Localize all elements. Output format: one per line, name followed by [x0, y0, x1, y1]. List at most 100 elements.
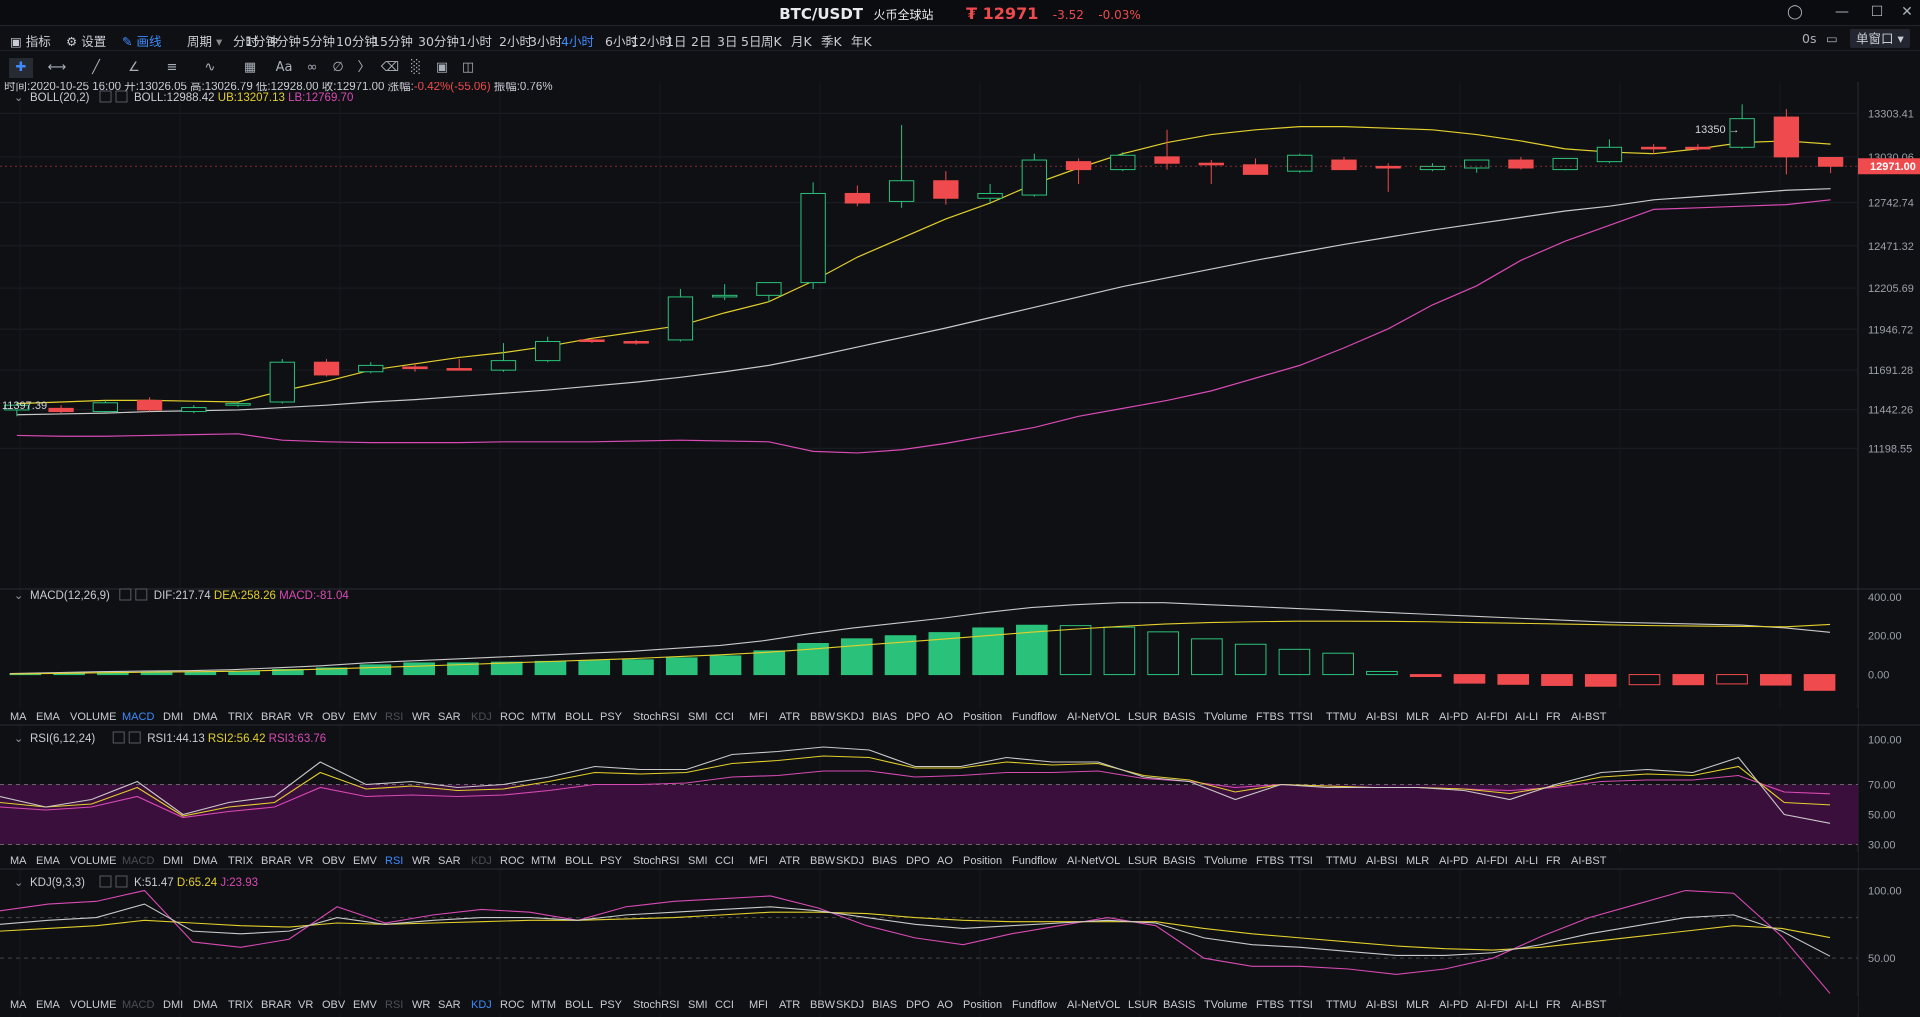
kdj-tab-brar[interactable]: BRAR	[261, 999, 292, 1011]
kdj-tab-ao[interactable]: AO	[937, 999, 953, 1011]
candle[interactable]	[358, 364, 384, 373]
kdj-tab-bias[interactable]: BIAS	[872, 999, 897, 1011]
kdj-tab-ttsi[interactable]: TTSI	[1289, 999, 1313, 1011]
rsi-tab-atr[interactable]: ATR	[779, 855, 800, 867]
rsi-tab-ftbs[interactable]: FTBS	[1256, 855, 1284, 867]
candle[interactable]	[667, 296, 694, 341]
kdj-tab-ma[interactable]: MA	[10, 999, 27, 1011]
rsi-tab-mfi[interactable]: MFI	[749, 855, 768, 867]
candle[interactable]	[1021, 159, 1047, 196]
macd-tab-cci[interactable]: CCI	[715, 711, 734, 723]
candle[interactable]	[1419, 165, 1446, 171]
rsi-tab-sar[interactable]: SAR	[438, 855, 461, 867]
measure-icon[interactable]: ∅	[326, 58, 350, 78]
timeframe-9[interactable]: 3小时	[529, 31, 562, 50]
eye-icon[interactable]	[99, 875, 112, 888]
kdj-tab-ai-fdi[interactable]: AI-FDI	[1476, 999, 1508, 1011]
candle[interactable]	[1154, 156, 1180, 164]
shape-tool-icon[interactable]: ▦	[238, 58, 262, 78]
timeframe-4[interactable]: 10分钟	[336, 31, 377, 50]
candle[interactable]	[269, 361, 295, 403]
macd-tab-boll[interactable]: BOLL	[565, 711, 593, 723]
window-mode-dropdown[interactable]: 单窗口 ▾	[1850, 29, 1910, 48]
candle[interactable]	[313, 361, 340, 376]
candle[interactable]	[1464, 159, 1490, 169]
minimize-icon[interactable]: —	[1831, 0, 1853, 26]
macd-tab-rsi[interactable]: RSI	[385, 711, 403, 723]
candle[interactable]	[1508, 159, 1534, 169]
kdj-tab-ai-bst[interactable]: AI-BST	[1571, 999, 1607, 1011]
rsi-tab-boll[interactable]: BOLL	[565, 855, 593, 867]
timeframe-6[interactable]: 30分钟	[418, 31, 459, 50]
rsi-tab-dma[interactable]: DMA	[193, 855, 218, 867]
timeframe-7[interactable]: 1小时	[459, 31, 492, 50]
close-icon[interactable]	[128, 731, 141, 744]
candle[interactable]	[1596, 146, 1623, 163]
macd-tab-ttsi[interactable]: TTSI	[1289, 711, 1313, 723]
kdj-tab-ai-bsi[interactable]: AI-BSI	[1366, 999, 1398, 1011]
candle[interactable]	[977, 192, 1003, 199]
macd-tab-volume[interactable]: VOLUME	[70, 711, 116, 723]
candle[interactable]	[1110, 154, 1136, 171]
kdj-tab-basis[interactable]: BASIS	[1163, 999, 1195, 1011]
rsi-tab-vr[interactable]: VR	[298, 855, 313, 867]
macd-tab-mfi[interactable]: MFI	[749, 711, 768, 723]
ruler-icon[interactable]: 〉	[352, 58, 376, 78]
eye-icon[interactable]	[119, 588, 132, 601]
layout-icon[interactable]: ▭	[1826, 31, 1838, 46]
kdj-tab-emv[interactable]: EMV	[353, 999, 378, 1011]
close-icon[interactable]	[115, 875, 128, 888]
candle[interactable]	[490, 360, 517, 371]
settings-button[interactable]: ⚙ 设置	[66, 31, 106, 50]
rsi-tab-rsi[interactable]: RSI	[385, 855, 403, 867]
candle[interactable]	[48, 407, 74, 413]
timeframe-2[interactable]: 3分钟	[268, 31, 301, 50]
eraser-icon[interactable]: ⌫	[378, 58, 402, 78]
channel-tool-icon[interactable]: ≡	[160, 58, 184, 78]
candle[interactable]	[1065, 161, 1092, 171]
candle[interactable]	[711, 294, 738, 298]
kdj-tab-ema[interactable]: EMA	[36, 999, 61, 1011]
kdj-tab-lsur[interactable]: LSUR	[1128, 999, 1157, 1011]
symbol-pair[interactable]: BTC/USDT	[779, 5, 863, 23]
search-icon[interactable]: ◯	[1784, 0, 1806, 26]
kdj-tab-kdj[interactable]: KDJ	[471, 999, 492, 1011]
candle[interactable]	[1198, 162, 1224, 166]
candle[interactable]	[800, 192, 826, 284]
rsi-tab-ma[interactable]: MA	[10, 855, 27, 867]
kdj-tab-ai-li[interactable]: AI-LI	[1515, 999, 1538, 1011]
kdj-tab-dmi[interactable]: DMI	[163, 999, 183, 1011]
macd-tab-obv[interactable]: OBV	[322, 711, 346, 723]
macd-tab-roc[interactable]: ROC	[500, 711, 525, 723]
lock-icon[interactable]: ▣	[430, 58, 454, 78]
rsi-tab-ema[interactable]: EMA	[36, 855, 61, 867]
rsi-tab-ai-bst[interactable]: AI-BST	[1571, 855, 1607, 867]
kdj-tab-cci[interactable]: CCI	[715, 999, 734, 1011]
macd-tab-fr[interactable]: FR	[1546, 711, 1561, 723]
rsi-tab-ai-fdi[interactable]: AI-FDI	[1476, 855, 1508, 867]
rsi-tab-dpo[interactable]: DPO	[906, 855, 930, 867]
kdj-tab-skdj[interactable]: SKDJ	[836, 999, 864, 1011]
magnet-icon[interactable]: ∞	[300, 58, 324, 78]
macd-tab-skdj[interactable]: SKDJ	[836, 711, 864, 723]
rsi-tab-position[interactable]: Position	[963, 855, 1002, 867]
kdj-tab-ai-netvol[interactable]: AI-NetVOL	[1067, 999, 1120, 1011]
rsi-tab-wr[interactable]: WR	[412, 855, 430, 867]
rsi-tab-ai-netvol[interactable]: AI-NetVOL	[1067, 855, 1120, 867]
macd-tab-brar[interactable]: BRAR	[261, 711, 292, 723]
candle[interactable]	[225, 403, 251, 406]
kline-chart[interactable]: 13303.4113030.0612742.7412471.3212205.69…	[0, 82, 1920, 1017]
wave-tool-icon[interactable]: ∿	[198, 58, 222, 78]
macd-tab-ai-pd[interactable]: AI-PD	[1439, 711, 1468, 723]
candle[interactable]	[933, 180, 959, 199]
candle[interactable]	[623, 341, 649, 344]
rsi-tab-dmi[interactable]: DMI	[163, 855, 183, 867]
rsi-tab-fundflow[interactable]: Fundflow	[1012, 855, 1057, 867]
kdj-tab-boll[interactable]: BOLL	[565, 999, 593, 1011]
macd-tab-mlr[interactable]: MLR	[1406, 711, 1429, 723]
macd-tab-psy[interactable]: PSY	[600, 711, 623, 723]
rsi-tab-ao[interactable]: AO	[937, 855, 953, 867]
kdj-tab-ai-pd[interactable]: AI-PD	[1439, 999, 1468, 1011]
rsi-tab-bbw[interactable]: BBW	[810, 855, 836, 867]
candle[interactable]	[1640, 146, 1667, 150]
